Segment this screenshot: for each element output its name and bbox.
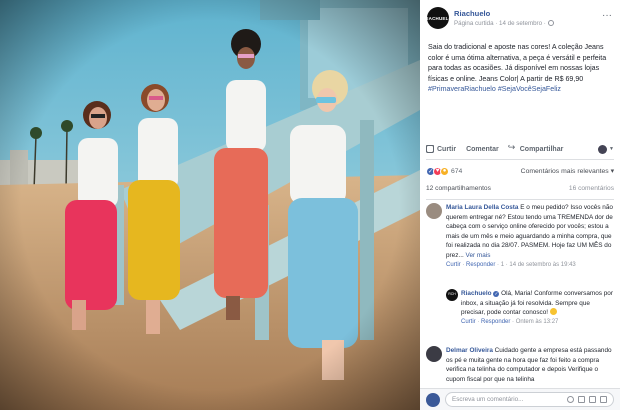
commenter-avatar[interactable] [426,346,442,362]
smile-emoji-icon [549,308,557,316]
camera-icon[interactable] [578,396,585,403]
reply-meta: · Ontem às 13:27 [510,318,559,325]
reactions-summary: ✓ ♥ ● 674 Comentários mais relevantes ▾ [426,164,614,178]
reply-author-name[interactable]: Riachuelo [461,290,492,297]
comment-text: E o meu pedido? Isso vocês não querem en… [446,204,613,259]
composer-tools [567,396,607,403]
comment-body: Maria Laura Della Costa E o meu pedido? … [446,203,614,270]
post-header: RIACHUELO Riachuelo Página curtida · 14 … [420,0,620,38]
hashtag-link[interactable]: #PrimaveraRiachuelo [428,85,496,93]
page-avatar[interactable]: RIACHUELO [424,7,452,29]
commenter-avatar[interactable] [426,203,442,219]
reply-reply-link[interactable]: Responder [481,319,510,325]
reply-body: Riachuelo ✓ Olá, Maria! Conforme convers… [461,289,614,327]
haha-reaction-icon[interactable]: ● [440,166,449,176]
gif-icon[interactable] [589,396,596,403]
commenter-name[interactable]: Maria Laura Della Costa [446,204,518,211]
comment-like-link[interactable]: Curtir [446,262,461,268]
engagement-counts: 12 compartilhamentos 16 comentários [426,185,614,197]
like-label: Curtir [437,145,457,153]
post-actions-bar: Curtir Comentar Compartilhar ▼ [420,141,620,157]
comment-footer: Curtir · Responder · 1 · 14 de setembro … [446,261,576,268]
comment-item: Maria Laura Della Costa E o meu pedido? … [426,203,614,270]
page-name-link[interactable]: Riachuelo [454,9,490,18]
comment-button[interactable]: Comentar [426,145,499,153]
post-side-panel: RIACHUELO Riachuelo Página curtida · 14 … [420,0,620,410]
reaction-count[interactable]: 674 [451,168,462,175]
comment-item: Delmar Oliveira Cuidado gente a empresa … [426,346,614,384]
page-logo-text: RIACHUELO [423,15,453,21]
post-meta-text[interactable]: Página curtida · 14 de setembro · [454,20,546,27]
current-user-avatar [426,392,440,407]
hashtag-link[interactable]: #SejaVocêSejaFeliz [498,85,561,93]
profile-avatar [598,144,608,154]
comment-body: Delmar Oliveira Cuidado gente a empresa … [446,346,614,384]
divider [426,199,614,200]
share-label: Compartilhar [519,145,564,153]
comment-composer: Escreva um comentário... [420,388,620,410]
caret-down-icon: ▼ [609,146,614,152]
share-icon [508,142,517,153]
globe-icon [547,20,554,26]
post-body-text: Saia do tradicional e aposte nas cores! … [428,43,607,83]
commenter-name[interactable]: Delmar Oliveira [446,347,493,354]
photo-illustration [0,0,420,410]
post-viewer: RIACHUELO Riachuelo Página curtida · 14 … [0,0,620,410]
comment-icon [426,145,434,153]
sticker-icon[interactable] [600,396,607,403]
reply-item: RCH Riachuelo ✓ Olá, Maria! Conforme con… [446,289,614,327]
comment-input[interactable]: Escreva um comentário... [445,392,614,407]
see-more-link[interactable]: Ver mais [466,252,491,259]
comment-reply-link[interactable]: Responder [466,262,495,268]
post-text: Saia do tradicional e aposte nas cores! … [420,38,620,104]
comment-sort-dropdown[interactable]: Comentários mais relevantes ▾ [521,167,614,175]
more-options-icon[interactable]: ··· [602,10,612,21]
post-photo[interactable] [0,0,420,410]
comment-label: Comentar [466,145,499,153]
divider [426,159,614,160]
reply-avatar[interactable]: RCH [446,289,458,301]
reply-footer: Curtir · Responder · Ontem às 13:27 [461,318,559,325]
comment-input-placeholder: Escreva um comentário... [452,396,524,403]
post-meta: Página curtida · 14 de setembro · [454,20,554,27]
share-button[interactable]: Compartilhar [508,142,564,153]
share-count-link[interactable]: 12 compartilhamentos [426,185,491,197]
comment-meta: · 1 · 14 de setembro às 19:43 [495,261,576,268]
comment-count-link[interactable]: 16 comentários [569,185,614,197]
profile-switcher[interactable]: ▼ [598,144,614,154]
emoji-icon[interactable] [567,396,574,403]
reply-like-link[interactable]: Curtir [461,319,476,325]
